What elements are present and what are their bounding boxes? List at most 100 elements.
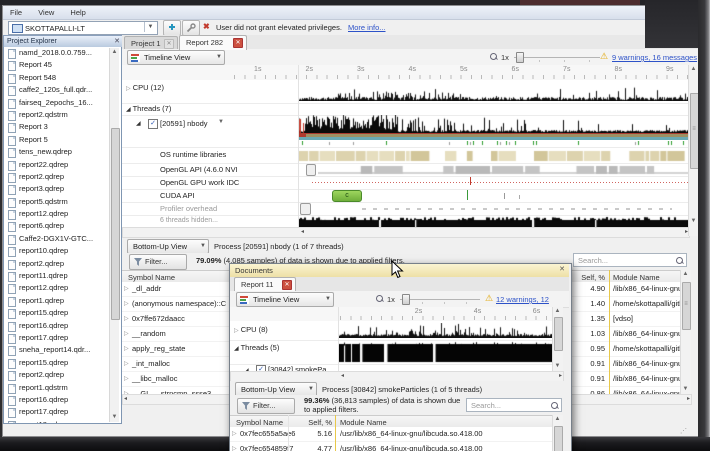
expander-collapsed-icon[interactable]: ▷	[126, 86, 131, 92]
os-runtime-track[interactable]	[298, 148, 688, 162]
scroll-right-icon[interactable]: ▸	[559, 372, 562, 379]
table-row[interactable]: ▷ 0x7fec655a5ae6 5.16 /usr/lib/x86_64-li…	[230, 427, 552, 442]
expander-open-icon[interactable]: ◢	[136, 121, 141, 127]
more-info-link[interactable]: More info...	[348, 23, 386, 32]
row-threads-label[interactable]: Threads (5)	[241, 343, 280, 352]
row-cpu-label[interactable]: CPU (12)	[133, 83, 164, 92]
expander-collapsed-icon[interactable]: ▷	[234, 328, 239, 334]
scroll-left-icon[interactable]: ◂	[124, 395, 127, 402]
warnings-link[interactable]: 9 warnings, 16 messages	[612, 53, 697, 62]
project-file-item[interactable]: Caffe2-DGX1V-GTC...	[4, 233, 121, 245]
pane-view-dropdown[interactable]: Bottom-Up View ▼	[127, 239, 209, 254]
scroll-up-icon[interactable]: ▲	[110, 48, 119, 57]
scroll-down-icon[interactable]: ▼	[681, 385, 690, 394]
expander-collapsed-icon[interactable]: ▷	[124, 285, 129, 292]
tab-close-icon[interactable]: ✕	[233, 38, 243, 48]
scroll-down-icon[interactable]: ▼	[553, 362, 562, 371]
nbody-activity-track[interactable]	[298, 115, 688, 133]
close-icon[interactable]: ✕	[114, 37, 120, 45]
documents-floating-window[interactable]: Documents ✕ Report 11 ✕ Timeline View ▼	[229, 263, 572, 451]
scroll-down-icon[interactable]: ▼	[110, 413, 119, 422]
scroll-left-icon[interactable]: ◂	[301, 228, 304, 235]
project-file-item[interactable]: report17.qdrep	[4, 406, 121, 419]
menu-help[interactable]: Help	[63, 6, 92, 17]
scroll-up-icon[interactable]: ▲	[689, 65, 698, 74]
row-overhead-label[interactable]: Profiler overhead	[160, 204, 217, 213]
expander-open-icon[interactable]: ◢	[126, 107, 131, 113]
table-vscrollbar[interactable]: ▲	[552, 415, 563, 451]
cpu-activity-track[interactable]	[298, 85, 688, 101]
scrollbar-thumb[interactable]	[553, 317, 563, 351]
project-file-item[interactable]: report10.qdrep	[4, 245, 121, 258]
expander-collapsed-icon[interactable]: ▷	[124, 345, 129, 352]
project-file-item[interactable]: report6.qdrep	[4, 220, 121, 233]
scrollbar-thumb[interactable]: ≡	[681, 282, 691, 330]
filter-button[interactable]: Filter...	[129, 254, 187, 270]
expander-collapsed-icon[interactable]: ▷	[124, 330, 129, 337]
project-file-item[interactable]: report17.qdrep	[4, 332, 121, 344]
expander-collapsed-icon[interactable]: ▷	[232, 430, 237, 437]
hidden-threads-track[interactable]	[298, 216, 688, 227]
project-file-item[interactable]: report12.qdrep	[4, 208, 121, 221]
scrollbar-thumb[interactable]	[553, 426, 563, 451]
tab-report-11[interactable]: Report 11 ✕	[234, 277, 296, 292]
zoom-slider[interactable]	[514, 52, 600, 63]
timeline-hscrollbar[interactable]: ◂ ▸	[122, 227, 690, 238]
expander-open-icon[interactable]: ◢	[234, 346, 239, 352]
row-hidden-threads-label[interactable]: 6 threads hidden...	[160, 217, 218, 224]
tab-project-1[interactable]: Project 1 ✕	[124, 36, 178, 49]
thread-checkbox[interactable]: ✓	[148, 119, 158, 129]
project-file-item[interactable]: report12.qdrep	[4, 282, 121, 295]
target-machine-select[interactable]: SKOTTAPALLI-LT ▼	[8, 21, 158, 35]
row-nbody-label[interactable]: [20591] nbody	[160, 119, 208, 128]
project-file-item[interactable]: report16.qdrep	[4, 320, 121, 332]
search-input[interactable]: Search...	[466, 398, 562, 412]
tab-close-icon[interactable]: ✕	[282, 280, 292, 290]
project-file-item[interactable]: tens_new.qdrep	[4, 146, 121, 159]
tab-close-icon[interactable]: ✕	[164, 39, 174, 49]
project-list-scrollbar[interactable]: ▲ ▼	[109, 48, 120, 422]
timeline-ruler[interactable]: 1s 2s 3s 4s 5s 6s 7s 8s 9s	[122, 65, 688, 81]
project-file-item[interactable]: report22.qdrep	[4, 159, 121, 171]
connect-button[interactable]	[163, 20, 181, 36]
project-file-item[interactable]: report16.qdrep	[4, 394, 121, 406]
close-icon[interactable]: ✕	[559, 265, 565, 273]
menu-file[interactable]: File	[3, 6, 29, 17]
row-cuda-label[interactable]: CUDA API	[160, 191, 195, 200]
marker-track[interactable]	[298, 141, 688, 146]
expander-collapsed-icon[interactable]: ▷	[124, 315, 129, 322]
table-row[interactable]: ▷ 0x7fec654859f7 4.77 /usr/lib/x86_64-li…	[230, 442, 552, 451]
range-block[interactable]	[306, 164, 316, 176]
project-file-item[interactable]: report11.qdrep	[4, 270, 121, 283]
scroll-up-icon[interactable]: ▲	[553, 307, 562, 316]
search-input[interactable]: Search...	[573, 253, 687, 267]
slider-thumb[interactable]	[402, 294, 410, 305]
project-file-item[interactable]: report2.qdstrm	[4, 109, 121, 121]
slider-thumb[interactable]	[516, 52, 524, 63]
row-opengl-gpu-label[interactable]: OpenGL GPU work IDC	[160, 178, 239, 187]
project-file-item[interactable]: fairseq_2epochs_16...	[4, 97, 121, 109]
table-vscrollbar[interactable]: ▲ ≡ ▼	[680, 270, 691, 394]
project-file-item[interactable]: Report 548	[4, 72, 121, 84]
scroll-right-icon[interactable]: ▸	[687, 395, 690, 402]
range-block[interactable]	[300, 203, 311, 215]
project-file-item[interactable]: report2.qdrep	[4, 171, 121, 183]
tab-report-282[interactable]: Report 282 ✕	[179, 35, 247, 50]
scroll-left-icon[interactable]: ◂	[341, 372, 344, 379]
expander-collapsed-icon[interactable]: ▷	[124, 300, 129, 307]
col-symbol-name[interactable]: Symbol Name	[236, 418, 283, 427]
timeline-tracks[interactable]: ▷ CPU (8) ◢ Threads (5) ◢ ✓ [30842] smok…	[230, 321, 552, 372]
project-file-item[interactable]: sneha_report14.qdr...	[4, 344, 121, 357]
chevron-down-icon[interactable]: ▼	[218, 119, 224, 125]
col-module-name[interactable]: Module Name	[340, 418, 387, 427]
opengl-api-track[interactable]	[318, 164, 688, 175]
project-file-item[interactable]: report1.qdrep	[4, 295, 121, 307]
project-file-item[interactable]: namd_2018.0.0.759...	[4, 47, 121, 59]
view-selector-dropdown[interactable]: Timeline View ▼	[127, 50, 225, 65]
project-file-item[interactable]: Report 45	[4, 59, 121, 72]
filter-button[interactable]: Filter...	[237, 398, 295, 414]
row-threads-label[interactable]: Threads (7)	[133, 104, 172, 113]
timeline-ruler[interactable]: 2s 4s 6s	[230, 307, 552, 322]
scroll-up-icon[interactable]: ▲	[681, 270, 690, 279]
timeline-tracks[interactable]: ▷ CPU (12) ◢ Threads (7) ◢ ✓ [20591] nbo…	[122, 80, 688, 228]
